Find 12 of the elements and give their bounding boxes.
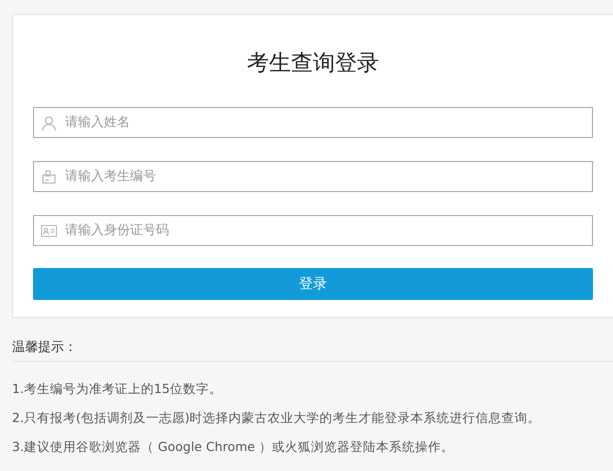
id-card-icon [41, 224, 57, 236]
login-title: 考生查询登录 [246, 50, 380, 78]
id-badge-icon [42, 170, 56, 184]
tip-text: 3.建议使用谷歌浏览器（ Google Chrome ）或火狐浏览器登陆本系统操作。 [12, 438, 455, 456]
tips-heading: 温馨提示： [12, 339, 613, 362]
input-field[interactable]: 请输入考生编号 [33, 161, 593, 192]
input-field[interactable]: 请输入身份证号码 [33, 215, 593, 246]
tip-text: 1.考生编号为准考证上的15位数字。 [12, 380, 223, 398]
tip-text: 2.只有报考(包括调剂及一志愿)时选择内蒙古农业大学的考生才能登录本系统进行信息查询。 [12, 409, 542, 427]
person-icon [41, 114, 57, 130]
input-field[interactable]: 请输入姓名 [33, 107, 593, 138]
login-button[interactable]: 登录 [33, 268, 593, 300]
